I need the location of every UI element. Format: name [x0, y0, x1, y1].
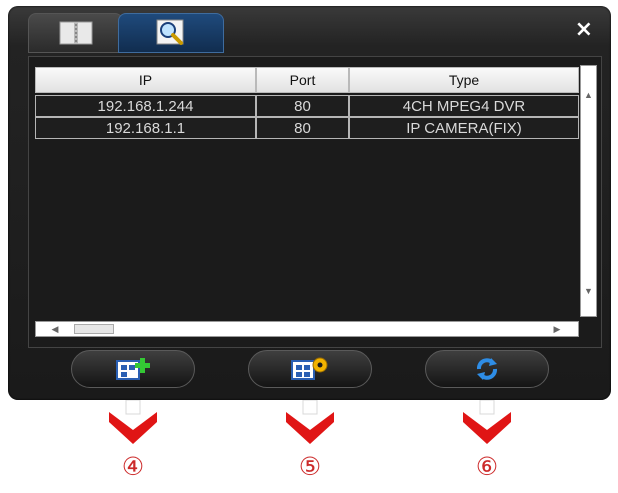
device-search-window: × IP Port Type 192.168.1.244 80 4CH MPEG…: [8, 6, 611, 400]
callout-number: ⑤: [298, 452, 322, 481]
horizontal-scrollbar[interactable]: ◀ ▶: [35, 321, 579, 337]
column-header-type[interactable]: Type: [349, 67, 579, 93]
down-arrow-icon: [109, 400, 157, 444]
device-settings-button[interactable]: [248, 350, 372, 388]
callout-number: ④: [121, 452, 145, 481]
add-device-button[interactable]: [71, 350, 195, 388]
vertical-scrollbar[interactable]: ▲ ▼: [580, 65, 597, 317]
cell-type: IP CAMERA(FIX): [349, 117, 579, 139]
device-list-icon: [59, 21, 92, 45]
refresh-icon: [477, 358, 497, 380]
scroll-left-icon[interactable]: ◀: [48, 322, 62, 336]
device-table: IP Port Type 192.168.1.244 80 4CH MPEG4 …: [31, 59, 579, 319]
refresh-button[interactable]: [425, 350, 549, 388]
cell-ip: 192.168.1.244: [35, 95, 256, 117]
settings-icon: [291, 357, 328, 380]
table-row[interactable]: 192.168.1.244 80 4CH MPEG4 DVR: [35, 95, 579, 117]
cell-ip: 192.168.1.1: [35, 117, 256, 139]
column-header-port[interactable]: Port: [256, 67, 349, 93]
table-row[interactable]: 192.168.1.1 80 IP CAMERA(FIX): [35, 117, 579, 139]
callout-number: ⑥: [475, 452, 499, 481]
down-arrow-icon: [463, 400, 511, 444]
cell-type: 4CH MPEG4 DVR: [349, 95, 579, 117]
column-header-ip[interactable]: IP: [35, 67, 256, 93]
tab-device-list[interactable]: [28, 13, 123, 53]
scroll-down-icon[interactable]: ▼: [581, 284, 596, 298]
cell-port: 80: [256, 95, 349, 117]
add-device-icon: [116, 358, 150, 380]
scroll-right-icon[interactable]: ▶: [550, 322, 564, 336]
magnifier-icon: [156, 19, 184, 45]
down-arrow-icon: [286, 400, 334, 444]
close-icon[interactable]: ×: [575, 19, 593, 41]
tab-search[interactable]: [118, 13, 224, 53]
scroll-up-icon[interactable]: ▲: [581, 88, 596, 102]
cell-port: 80: [256, 117, 349, 139]
horizontal-scroll-thumb[interactable]: [74, 324, 114, 334]
device-table-panel: IP Port Type 192.168.1.244 80 4CH MPEG4 …: [28, 56, 602, 348]
